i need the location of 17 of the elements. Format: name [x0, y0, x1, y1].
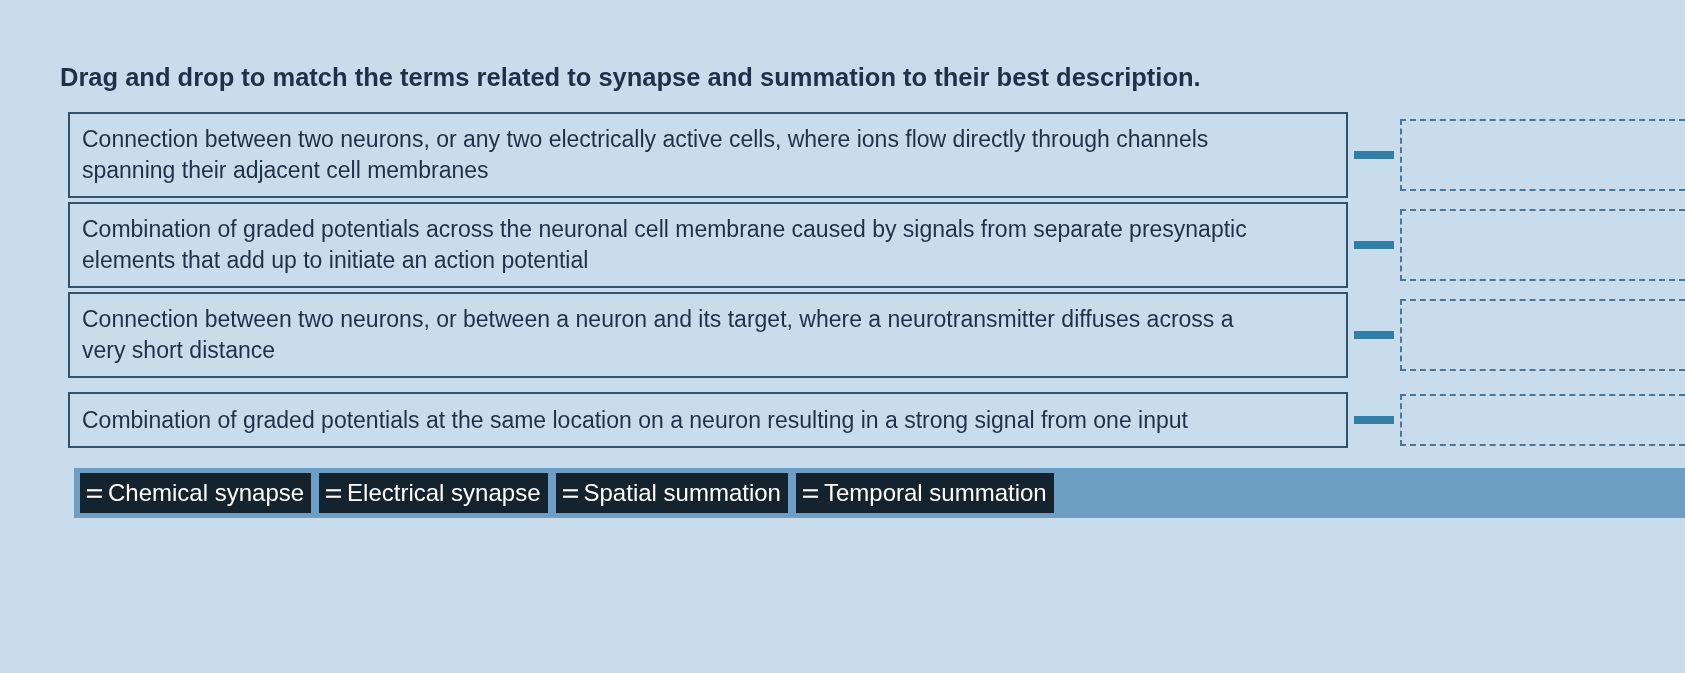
drag-handle-icon [802, 487, 818, 499]
drop-zone[interactable] [1400, 299, 1685, 371]
description-card: Connection between two neurons, or any two electrically active cells, where ions flow directly through channels spanning their adjacent cell membranes [68, 112, 1348, 198]
answer-chip[interactable]: Temporal summation [795, 473, 1054, 513]
answer-chip[interactable]: Spatial summation [555, 473, 788, 513]
drop-zone[interactable] [1400, 394, 1685, 446]
description-card: Combination of graded potentials across the neuronal cell membrane caused by signals from separate presynaptic elements that add up to initiate an action potential [68, 202, 1348, 288]
description-card: Combination of graded potentials at the same location on a neuron resulting in a strong signal from one input [68, 392, 1348, 448]
answer-chip[interactable]: Electrical synapse [319, 473, 548, 513]
drop-zone[interactable] [1400, 209, 1685, 281]
description-card: Connection between two neurons, or between a neuron and its target, where a neurotransmitter diffuses across a very short distance [68, 292, 1348, 378]
instruction-title: Drag and drop to match the terms related to synapse and summation to their best description. [60, 62, 1201, 93]
drag-handle-icon [87, 487, 102, 499]
drag-handle-icon [562, 487, 578, 499]
drag-handle-icon [326, 487, 342, 499]
drop-zone[interactable] [1400, 119, 1685, 191]
answer-chip[interactable]: Chemical synapse [80, 473, 312, 513]
